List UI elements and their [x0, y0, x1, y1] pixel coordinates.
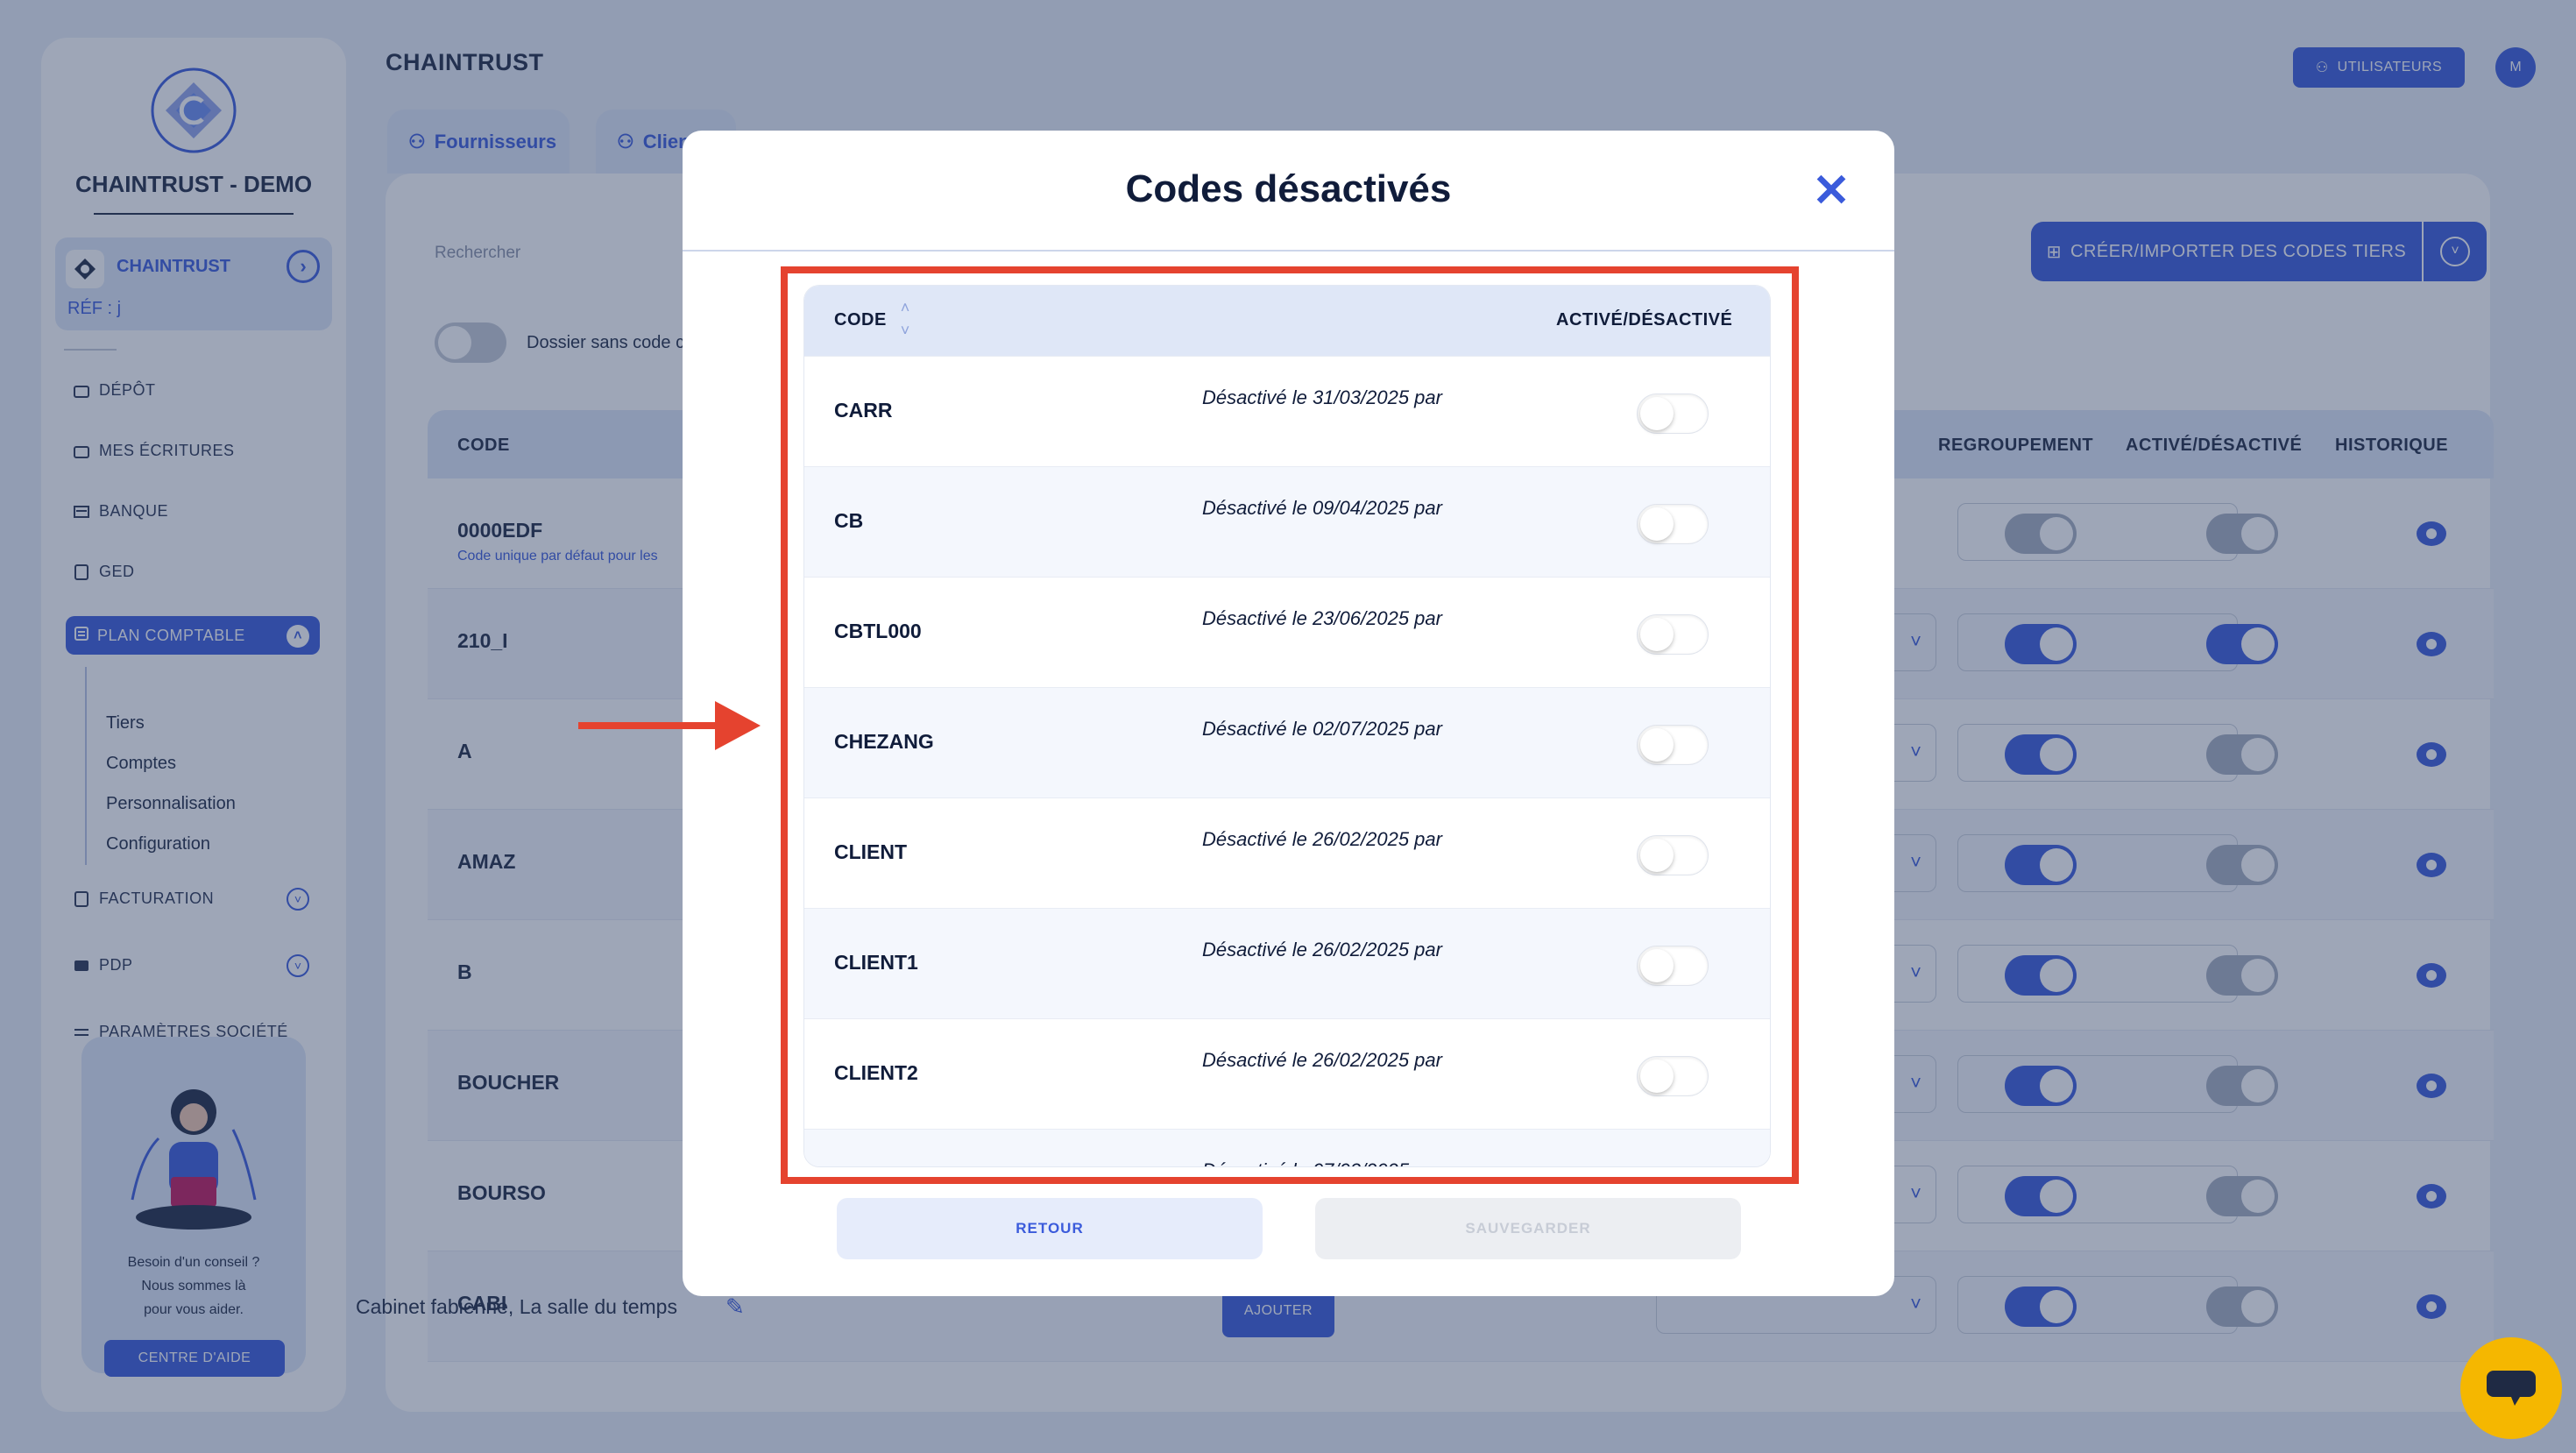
highlight-box — [781, 266, 1799, 1184]
arrow-right-icon — [578, 701, 761, 750]
chat-icon — [2487, 1371, 2536, 1406]
back-button[interactable]: RETOUR — [837, 1198, 1263, 1259]
modal-title: Codes désactivés — [1125, 167, 1452, 210]
save-button[interactable]: SAUVEGARDER — [1315, 1198, 1741, 1259]
close-icon[interactable]: ✕ — [1809, 168, 1853, 214]
modal-divider — [683, 250, 1894, 252]
chat-button[interactable] — [2460, 1337, 2562, 1439]
